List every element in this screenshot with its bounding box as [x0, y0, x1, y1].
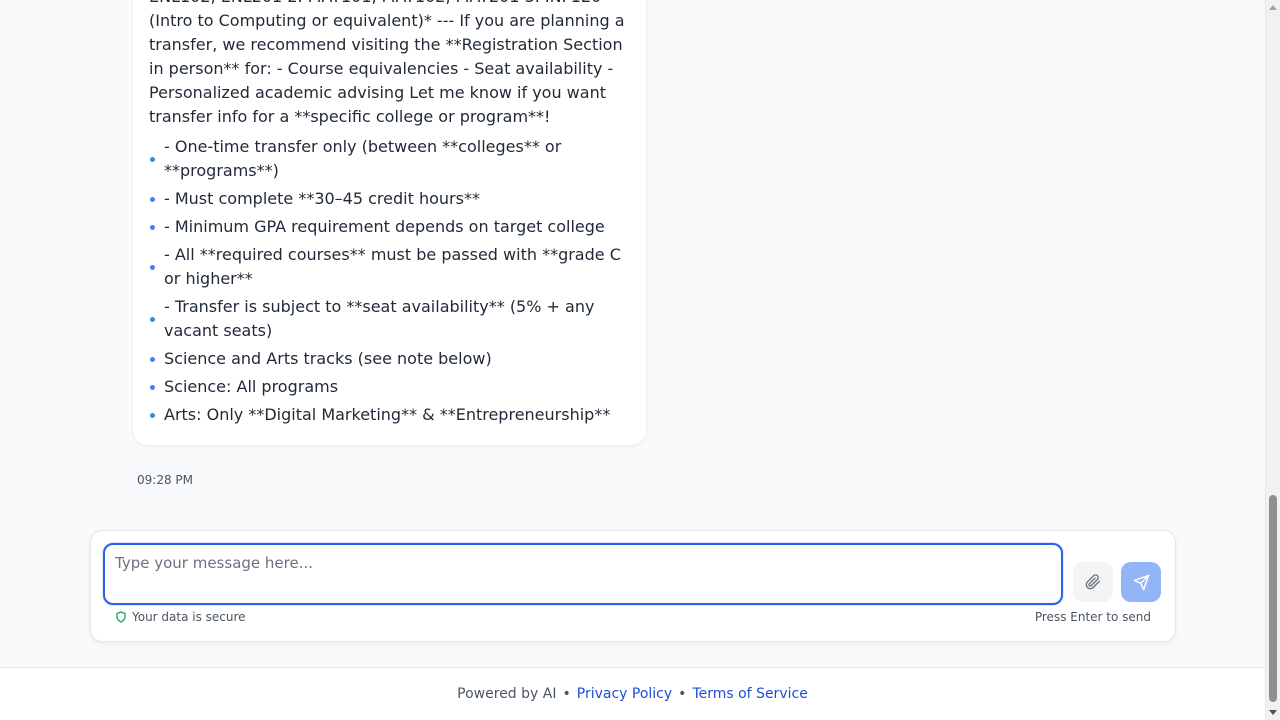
privacy-policy-link[interactable]: Privacy Policy	[577, 686, 672, 702]
message-composer: Your data is secure Press Enter to send	[90, 530, 1176, 642]
list-item: - Minimum GPA requirement depends on tar…	[149, 215, 630, 239]
bullet-dot	[150, 265, 155, 270]
bullet-dot	[150, 157, 155, 162]
list-item: - One-time transfer only (between **coll…	[149, 135, 630, 183]
list-item: - Transfer is subject to **seat availabi…	[149, 295, 630, 343]
attach-button[interactable]	[1073, 562, 1113, 602]
message-input[interactable]	[103, 543, 1063, 605]
page-footer: Powered by AI • Privacy Policy • Terms o…	[0, 667, 1265, 720]
scrollbar-thumb[interactable]	[1269, 495, 1277, 702]
security-note: Your data is secure	[115, 610, 246, 624]
list-item-text: Science: All programs	[164, 377, 339, 396]
footer-separator: •	[678, 686, 687, 702]
send-icon	[1133, 574, 1150, 591]
list-item-text: Arts: Only **Digital Marketing** & **Ent…	[164, 405, 611, 424]
chat-page: GPA**: **2.33 (C)** - **Required Courses…	[0, 0, 1280, 720]
bullet-dot	[150, 317, 155, 322]
send-button[interactable]	[1121, 562, 1161, 602]
scroll-up-arrow-icon[interactable]	[1269, 5, 1277, 10]
list-item-text: - Minimum GPA requirement depends on tar…	[164, 217, 605, 236]
chat-messages: GPA**: **2.33 (C)** - **Required Courses…	[0, 0, 1265, 667]
footer-separator: •	[562, 686, 571, 702]
list-item-text: Science and Arts tracks (see note below)	[164, 349, 492, 368]
scroll-down-arrow-icon[interactable]	[1269, 710, 1277, 715]
bullet-dot	[150, 225, 155, 230]
bullet-dot	[150, 385, 155, 390]
powered-by-text: Powered by AI	[457, 686, 557, 702]
message-bullet-list: - One-time transfer only (between **coll…	[149, 135, 630, 427]
message-timestamp: 09:28 PM	[137, 473, 193, 487]
paperclip-icon	[1085, 574, 1101, 590]
bullet-dot	[150, 357, 155, 362]
list-item-text: - Must complete **30–45 credit hours**	[164, 189, 480, 208]
security-note-text: Your data is secure	[132, 610, 246, 624]
terms-of-service-link[interactable]: Terms of Service	[692, 686, 807, 702]
list-item: Science: All programs	[149, 375, 630, 399]
send-hint: Press Enter to send	[1034, 610, 1151, 624]
bullet-dot	[150, 197, 155, 202]
list-item-text: - All **required courses** must be passe…	[164, 245, 621, 288]
list-item: - Must complete **30–45 credit hours**	[149, 187, 630, 211]
list-item-text: - One-time transfer only (between **coll…	[164, 137, 562, 180]
assistant-message-bubble: GPA**: **2.33 (C)** - **Required Courses…	[132, 0, 647, 446]
list-item: - All **required courses** must be passe…	[149, 243, 630, 291]
list-item-text: - Transfer is subject to **seat availabi…	[164, 297, 595, 340]
list-item: Science and Arts tracks (see note below)	[149, 347, 630, 371]
shield-icon	[115, 611, 127, 623]
message-paragraph: GPA**: **2.33 (C)** - **Required Courses…	[149, 0, 625, 126]
bullet-dot	[150, 413, 155, 418]
vertical-scrollbar[interactable]	[1265, 0, 1280, 720]
list-item: Arts: Only **Digital Marketing** & **Ent…	[149, 403, 630, 427]
